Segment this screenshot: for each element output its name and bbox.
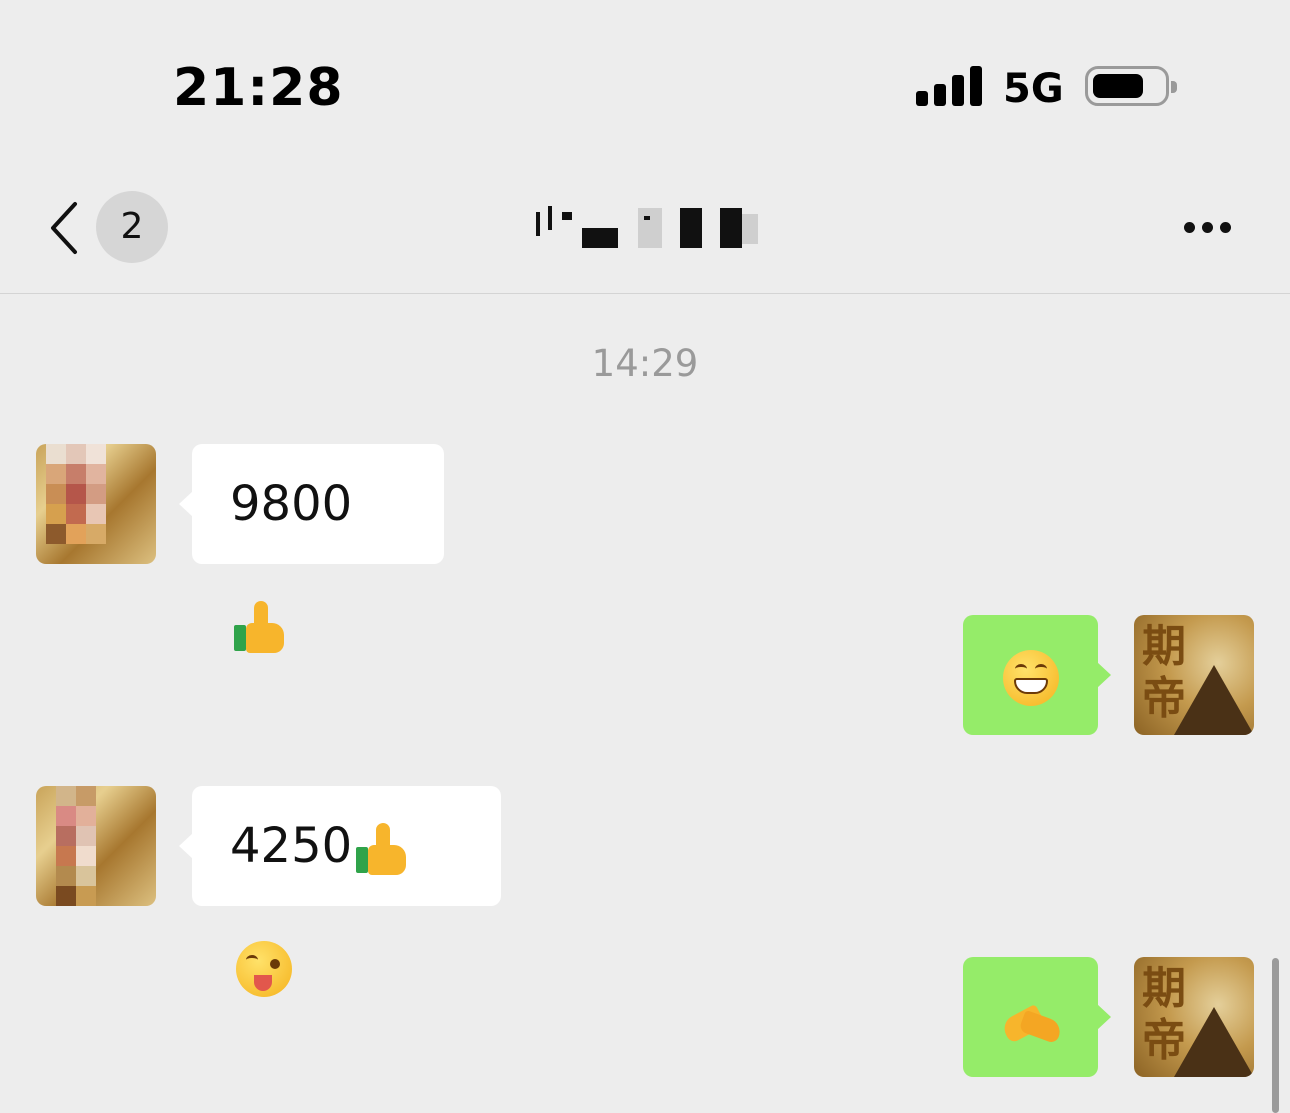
avatar-char-1: 期 <box>1142 963 1186 1014</box>
message-bubble-incoming[interactable]: 9800 <box>179 444 444 653</box>
chat-scrollbar[interactable] <box>1272 958 1279 1113</box>
status-time: 21:28 <box>173 58 344 118</box>
battery-icon <box>1085 66 1177 106</box>
self-avatar[interactable]: 期 帝 <box>1134 615 1254 735</box>
network-label: 5G <box>1003 66 1064 112</box>
self-avatar[interactable]: 期 帝 <box>1134 957 1254 1077</box>
avatar-char-1: 期 <box>1142 621 1186 672</box>
message-timestamp: 14:29 <box>591 342 699 385</box>
handshake-gesture-icon <box>999 1000 1064 1045</box>
message-bubble-outgoing[interactable] <box>963 957 1111 1077</box>
chat-header: 2 <box>0 150 1290 294</box>
winking-face-with-tongue-icon <box>236 941 292 997</box>
chevron-left-icon <box>51 202 77 254</box>
back-button[interactable] <box>45 198 85 258</box>
signal-icon <box>916 66 982 106</box>
contact-avatar[interactable] <box>36 786 156 906</box>
grinning-face-icon <box>1002 650 1059 706</box>
chat-title-redacted <box>532 204 762 250</box>
message-text: 4250 <box>230 818 353 874</box>
thumbs-up-icon <box>234 601 286 653</box>
unread-count-badge[interactable]: 2 <box>96 191 168 263</box>
thumbs-up-icon <box>356 823 408 875</box>
message-bubble-incoming[interactable]: 4250 <box>179 786 501 997</box>
message-bubble-outgoing[interactable] <box>963 615 1111 735</box>
message-text: 9800 <box>230 476 353 532</box>
contact-avatar[interactable] <box>36 444 156 564</box>
status-bar: 21:28 5G <box>0 0 1290 150</box>
more-options-button[interactable] <box>1176 214 1240 238</box>
